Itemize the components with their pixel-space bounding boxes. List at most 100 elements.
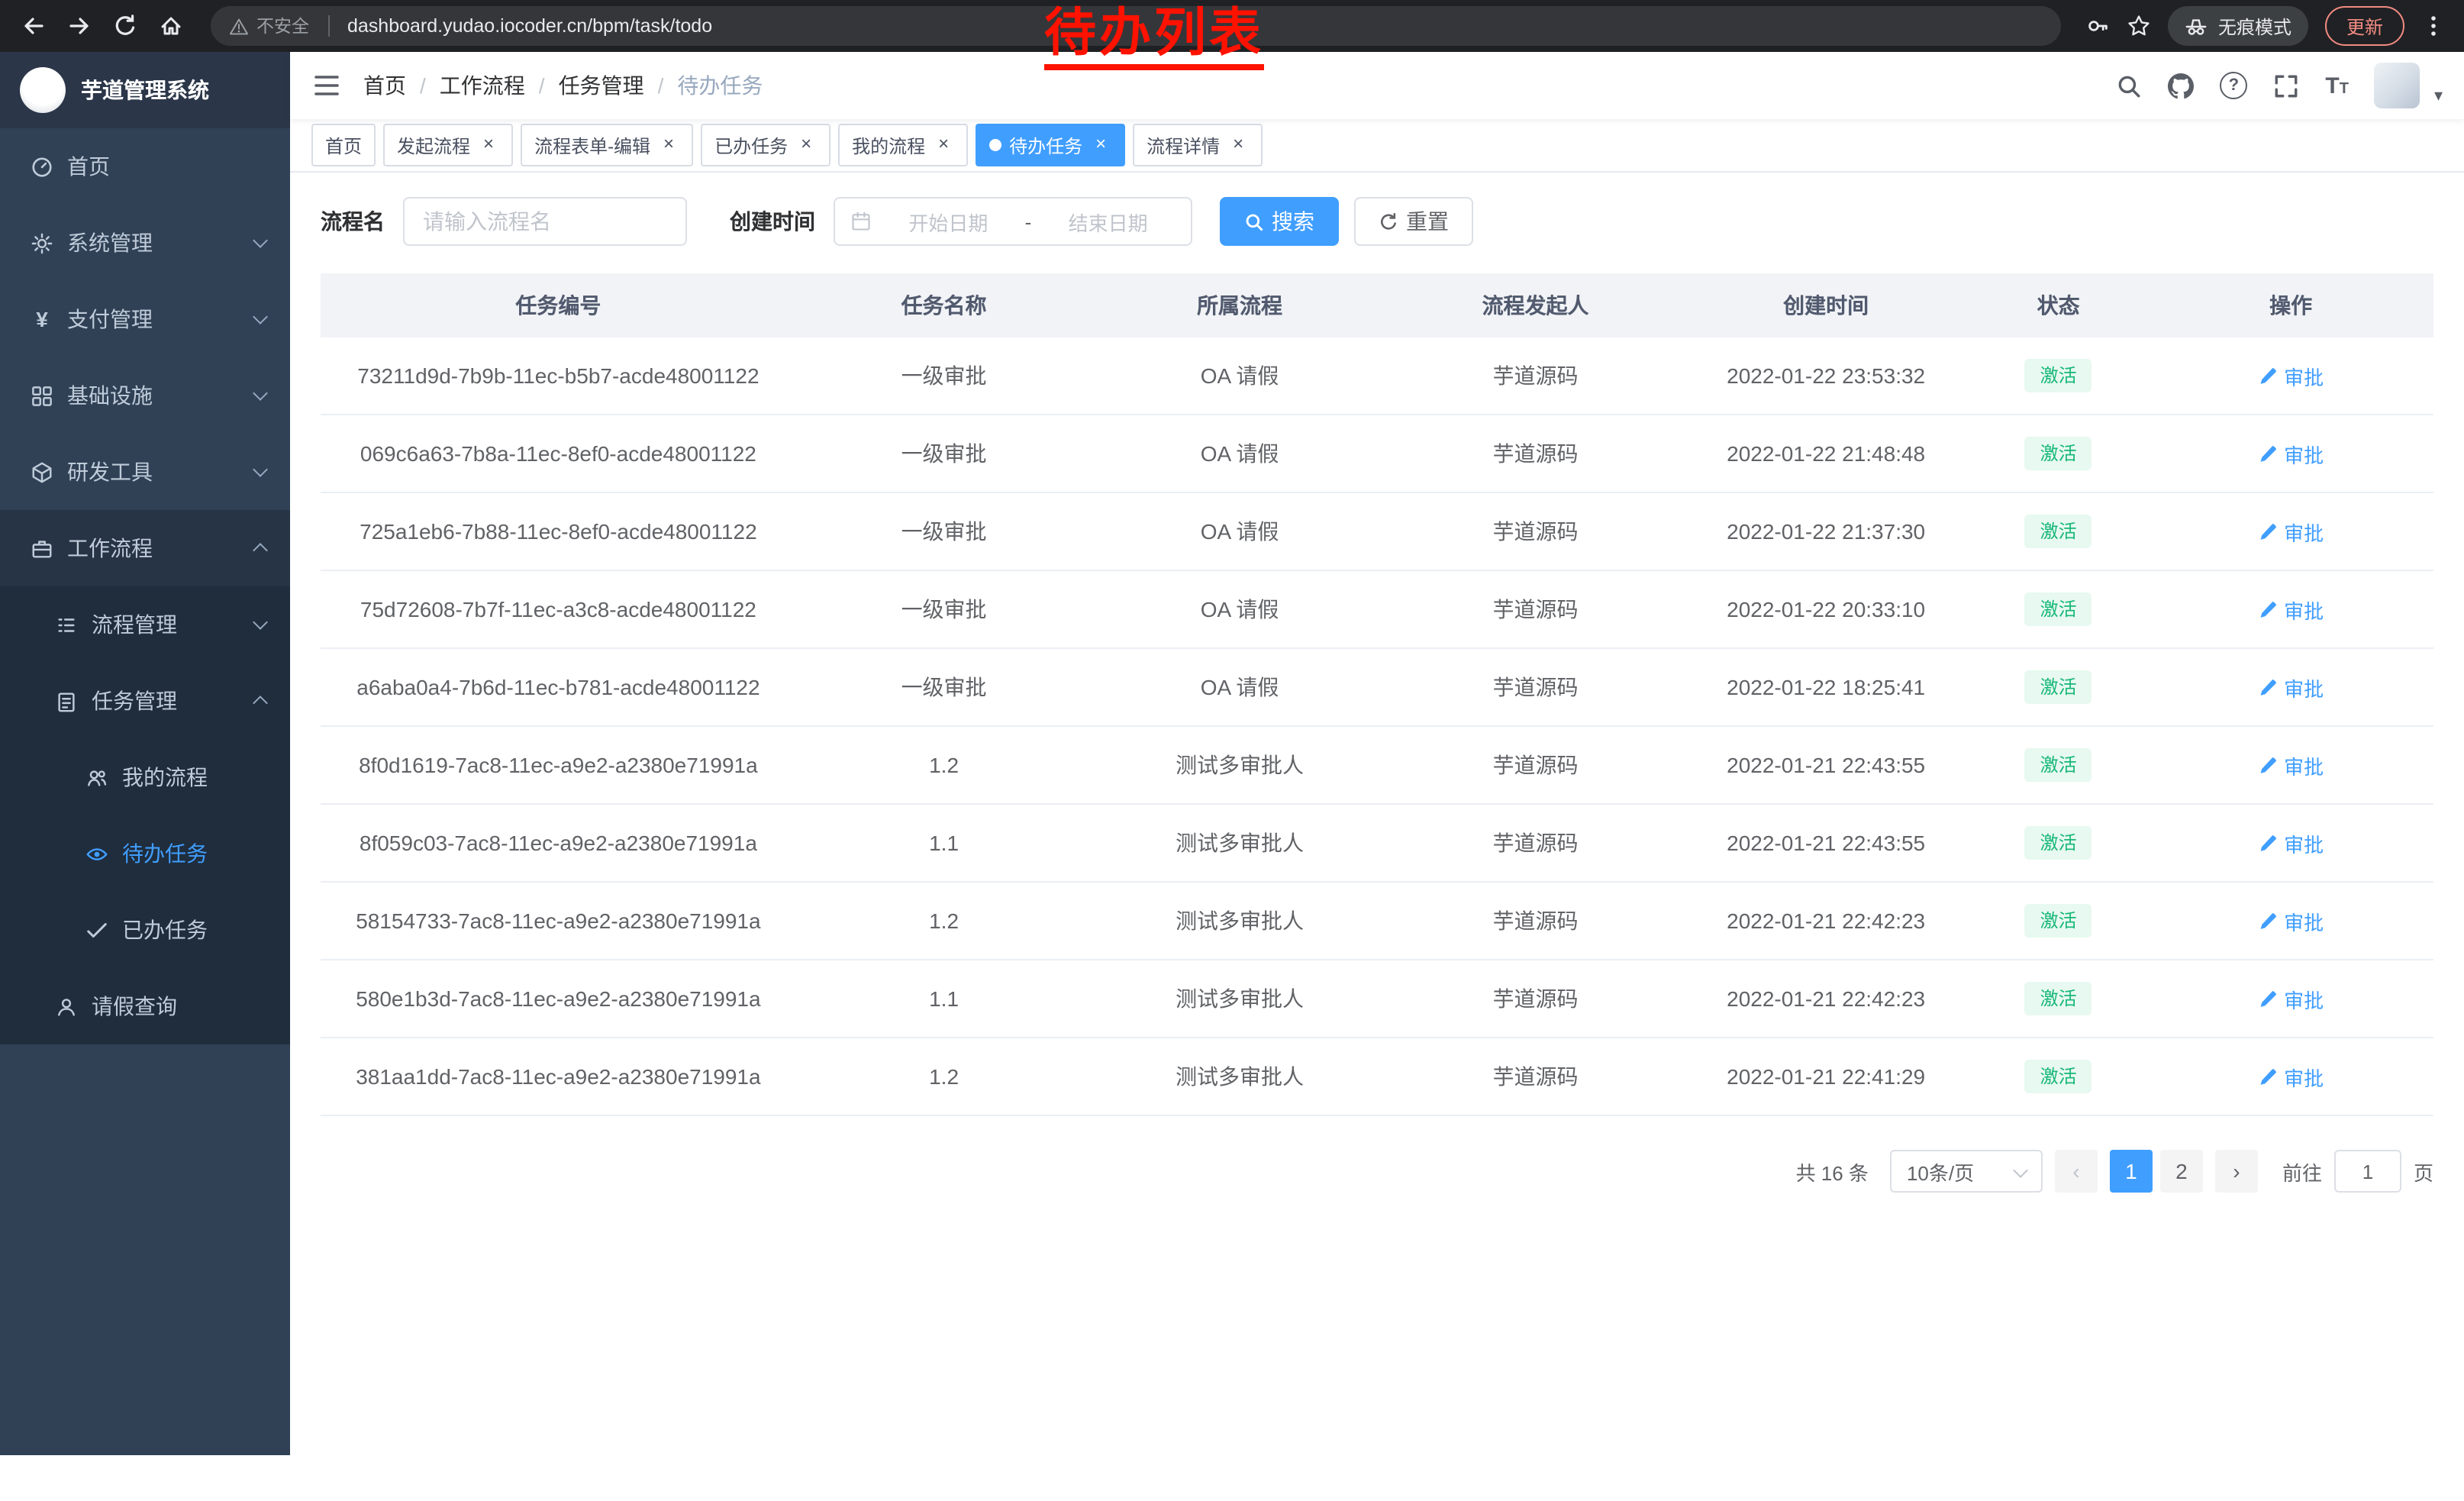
tab[interactable]: 流程表单-编辑 ×	[521, 124, 693, 166]
tab-close-icon[interactable]: ×	[1090, 134, 1111, 156]
navbar: 首页 / 工作流程 / 任务管理 / 待办任务 ?	[290, 52, 2464, 119]
help-icon[interactable]: ?	[2220, 72, 2247, 99]
tab-close-icon[interactable]: ×	[1227, 134, 1249, 156]
cell-status: 激活	[1969, 337, 2148, 415]
sidebar-item-process-management[interactable]: 流程管理	[0, 586, 290, 663]
sidebar-item-todo-task[interactable]: 待办任务	[0, 815, 290, 892]
sidebar-item-task-management[interactable]: 任务管理	[0, 663, 290, 739]
approve-link[interactable]: 审批	[2258, 595, 2324, 624]
approve-link[interactable]: 审批	[2258, 984, 2324, 1013]
tab[interactable]: 首页	[311, 124, 376, 166]
cell-task-id: a6aba0a4-7b6d-11ec-b781-acde48001122	[321, 648, 796, 726]
tab-label: 已办任务	[714, 132, 788, 158]
sidebar-item-infrastructure[interactable]: 基础设施	[0, 357, 290, 434]
sidebar-item-payment[interactable]: ¥ 支付管理	[0, 281, 290, 357]
sidebar-item-devtools[interactable]: 研发工具	[0, 434, 290, 510]
cell-process: 测试多审批人	[1092, 726, 1388, 804]
workflow-icon	[31, 537, 53, 560]
browser-menu-icon[interactable]	[2421, 14, 2446, 38]
sidebar-item-label: 流程管理	[92, 609, 177, 640]
cell-task-name: 一级审批	[796, 648, 1092, 726]
sidebar-item-my-process[interactable]: 我的流程	[0, 739, 290, 815]
sidebar-item-system[interactable]: 系统管理	[0, 205, 290, 281]
table-row: a6aba0a4-7b6d-11ec-b781-acde48001122 一级审…	[321, 648, 2433, 726]
reload-icon[interactable]	[104, 5, 147, 47]
date-range-picker[interactable]: 开始日期 - 结束日期	[834, 197, 1192, 246]
cell-create-time: 2022-01-21 22:43:55	[1683, 726, 1969, 804]
edit-icon	[2258, 444, 2278, 463]
sidebar-item-done-task[interactable]: 已办任务	[0, 892, 290, 968]
table-row: 725a1eb6-7b88-11ec-8ef0-acde48001122 一级审…	[321, 492, 2433, 570]
breadcrumb-workflow[interactable]: 工作流程	[440, 70, 525, 101]
github-icon[interactable]	[2168, 73, 2194, 98]
column-header-task-id: 任务编号	[321, 273, 796, 337]
approve-link[interactable]: 审批	[2258, 828, 2324, 857]
approve-link[interactable]: 审批	[2258, 1062, 2324, 1091]
sidebar-item-workflow[interactable]: 工作流程	[0, 510, 290, 586]
tab-close-icon[interactable]: ×	[658, 134, 679, 156]
cell-task-id: 75d72608-7b7f-11ec-a3c8-acde48001122	[321, 570, 796, 648]
cell-task-id: 069c6a63-7b8a-11ec-8ef0-acde48001122	[321, 415, 796, 492]
sidebar-item-leave-query[interactable]: 请假查询	[0, 968, 290, 1044]
tab-close-icon[interactable]: ×	[478, 134, 499, 156]
sidebar-item-label: 任务管理	[92, 686, 177, 716]
browser-window: 不安全 dashboard.yudao.iocoder.cn/bpm/task/…	[0, 0, 2464, 1501]
table-row: 75d72608-7b7f-11ec-a3c8-acde48001122 一级审…	[321, 570, 2433, 648]
reset-button[interactable]: 重置	[1354, 197, 1473, 246]
tab[interactable]: 我的流程 ×	[838, 124, 968, 166]
fullscreen-icon[interactable]	[2273, 73, 2299, 98]
cell-create-time: 2022-01-22 21:48:48	[1683, 415, 1969, 492]
approve-link[interactable]: 审批	[2258, 750, 2324, 780]
edit-icon	[2258, 599, 2278, 619]
cell-task-name: 一级审批	[796, 492, 1092, 570]
cell-task-name: 一级审批	[796, 415, 1092, 492]
process-name-input[interactable]	[403, 197, 687, 246]
prev-page-button[interactable]: ‹	[2055, 1150, 2098, 1193]
tab-close-icon[interactable]: ×	[795, 134, 817, 156]
tab-label: 待办任务	[1009, 132, 1082, 158]
approve-link[interactable]: 审批	[2258, 673, 2324, 702]
menu-fold-icon[interactable]	[311, 70, 342, 101]
next-page-button[interactable]: ›	[2215, 1150, 2258, 1193]
sidebar-item-home[interactable]: 首页	[0, 128, 290, 205]
breadcrumb-home[interactable]: 首页	[363, 70, 406, 101]
back-icon[interactable]	[12, 5, 55, 47]
tab[interactable]: 待办任务 ×	[976, 124, 1125, 166]
search-icon[interactable]	[2116, 73, 2142, 98]
tab[interactable]: 已办任务 ×	[701, 124, 830, 166]
page-button-2[interactable]: 2	[2160, 1150, 2203, 1193]
approve-link[interactable]: 审批	[2258, 906, 2324, 935]
address-bar[interactable]: 不安全 dashboard.yudao.iocoder.cn/bpm/task/…	[211, 6, 2061, 46]
forward-icon[interactable]	[58, 5, 101, 47]
tab-close-icon[interactable]: ×	[933, 134, 954, 156]
home-icon[interactable]	[150, 5, 192, 47]
font-size-icon[interactable]: TT	[2325, 73, 2349, 98]
goto-page-input[interactable]	[2334, 1150, 2401, 1193]
cell-status: 激活	[1969, 726, 2148, 804]
search-button[interactable]: 搜索	[1220, 197, 1339, 246]
cell-process: OA 请假	[1092, 492, 1388, 570]
tab[interactable]: 流程详情 ×	[1133, 124, 1263, 166]
status-badge: 激活	[2025, 515, 2092, 548]
calendar-icon	[850, 211, 872, 232]
breadcrumb-task-management[interactable]: 任务管理	[559, 70, 644, 101]
approve-label: 审批	[2284, 439, 2324, 468]
caret-down-icon[interactable]: ▾	[2434, 86, 2443, 105]
tab[interactable]: 发起流程 ×	[383, 124, 513, 166]
avatar[interactable]	[2375, 63, 2420, 108]
bookmark-star-icon[interactable]	[2127, 14, 2151, 38]
approve-link[interactable]: 审批	[2258, 361, 2324, 390]
table-row: 069c6a63-7b8a-11ec-8ef0-acde48001122 一级审…	[321, 415, 2433, 492]
page-button-1[interactable]: 1	[2110, 1150, 2153, 1193]
approve-link[interactable]: 审批	[2258, 439, 2324, 468]
cell-task-id: 8f059c03-7ac8-11ec-a9e2-a2380e71991a	[321, 804, 796, 882]
cell-initiator: 芋道源码	[1388, 1038, 1684, 1115]
security-label: 不安全	[256, 14, 309, 38]
cell-task-name: 1.1	[796, 960, 1092, 1038]
page-size-select[interactable]: 10条/页	[1890, 1150, 2043, 1193]
app-logo[interactable]: 芋道管理系统	[0, 52, 290, 128]
security-status[interactable]: 不安全	[229, 14, 309, 38]
update-chip[interactable]: 更新	[2325, 6, 2404, 46]
approve-link[interactable]: 审批	[2258, 517, 2324, 546]
key-icon[interactable]	[2085, 14, 2110, 38]
